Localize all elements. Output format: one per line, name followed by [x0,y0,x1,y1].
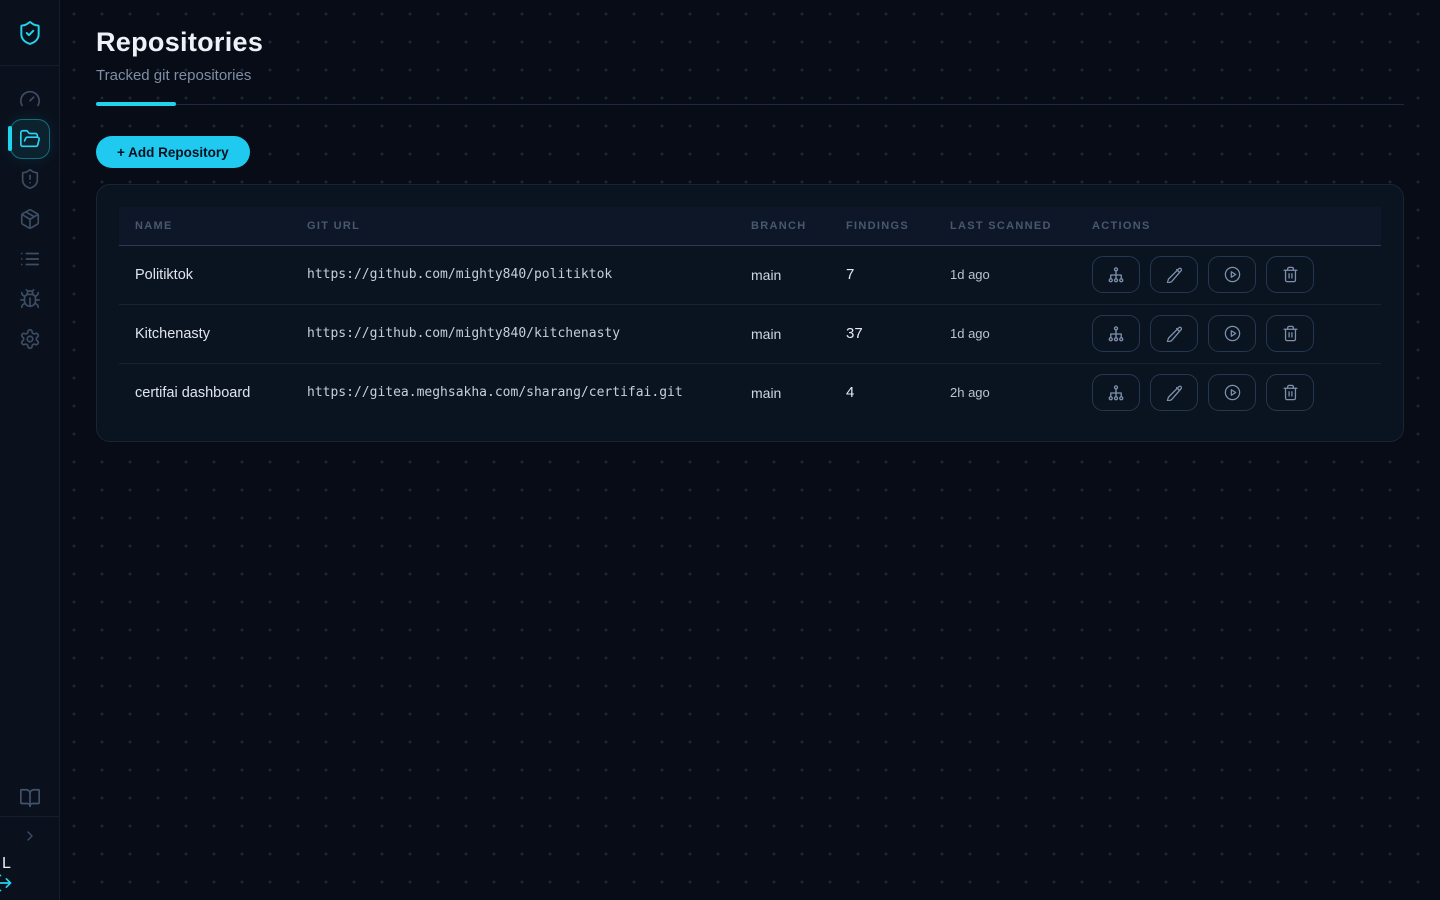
pencil-icon [1166,325,1183,342]
delete-button[interactable] [1266,256,1314,293]
table-row: certifai dashboard https://gitea.meghsak… [119,363,1381,422]
delete-button[interactable] [1266,315,1314,352]
sidebar-item-docs[interactable] [0,781,60,815]
repo-git-url: https://github.com/mighty840/kitchenasty [291,304,735,363]
dependency-graph-button[interactable] [1092,315,1140,352]
page-header: Repositories Tracked git repositories [60,0,1440,84]
column-header-branch: BRANCH [735,207,830,245]
user-label: L [2,855,11,873]
sidebar-divider [0,816,60,817]
table-header-row: NAME GIT URL BRANCH FINDINGS LAST SCANNE… [119,207,1381,245]
column-header-name: NAME [119,207,291,245]
play-circle-icon [1223,383,1242,402]
repo-name: certifai dashboard [119,363,291,422]
sidebar-item-dashboard[interactable] [10,79,50,119]
package-icon [19,208,41,230]
delete-button[interactable] [1266,374,1314,411]
sidebar-item-settings[interactable] [10,319,50,359]
shield-alert-icon [19,168,41,190]
main-content: Repositories Tracked git repositories + … [60,0,1440,900]
logout-button[interactable] [0,873,13,893]
book-open-icon [19,787,41,809]
dependency-graph-button[interactable] [1092,256,1140,293]
repo-name: Kitchenasty [119,304,291,363]
repo-last-scanned: 2h ago [934,363,1076,422]
pencil-icon [1166,384,1183,401]
row-actions [1092,374,1365,411]
trash-icon [1282,384,1299,401]
page-title: Repositories [96,26,1404,58]
repo-findings-count: 4 [830,363,934,422]
shield-check-icon [17,20,43,46]
sidebar-item-packages[interactable] [10,199,50,239]
page-subtitle: Tracked git repositories [96,67,1404,84]
trash-icon [1282,266,1299,283]
repo-last-scanned: 1d ago [934,304,1076,363]
column-header-actions: ACTIONS [1076,207,1381,245]
bug-icon [19,288,41,310]
repo-findings-count: 37 [830,304,934,363]
repositories-table: NAME GIT URL BRANCH FINDINGS LAST SCANNE… [119,207,1381,422]
run-scan-button[interactable] [1208,315,1256,352]
sitemap-icon [1107,266,1125,284]
repositories-card: NAME GIT URL BRANCH FINDINGS LAST SCANNE… [96,184,1404,442]
logout-icon [0,873,13,893]
repo-branch: main [735,304,830,363]
divider-accent [96,102,176,106]
run-scan-button[interactable] [1208,256,1256,293]
gauge-icon [19,88,41,110]
play-circle-icon [1223,265,1242,284]
table-row: Politiktok https://github.com/mighty840/… [119,245,1381,304]
dependency-graph-button[interactable] [1092,374,1140,411]
gear-icon [19,328,41,350]
sidebar-item-findings[interactable] [10,239,50,279]
list-icon [19,248,41,270]
column-header-findings: FINDINGS [830,207,934,245]
sidebar: L [0,0,60,900]
repo-branch: main [735,245,830,304]
edit-button[interactable] [1150,374,1198,411]
sidebar-item-security[interactable] [10,159,50,199]
sitemap-icon [1107,325,1125,343]
column-header-last-scanned: LAST SCANNED [934,207,1076,245]
trash-icon [1282,325,1299,342]
row-actions [1092,256,1365,293]
sitemap-icon [1107,384,1125,402]
sidebar-item-repositories[interactable] [10,119,50,159]
sidebar-expand-button[interactable] [0,825,60,847]
repo-git-url: https://gitea.meghsakha.com/sharang/cert… [291,363,735,422]
repo-last-scanned: 1d ago [934,245,1076,304]
play-circle-icon [1223,324,1242,343]
repo-findings-count: 7 [830,245,934,304]
repo-git-url: https://github.com/mighty840/politiktok [291,245,735,304]
column-header-git-url: GIT URL [291,207,735,245]
repo-branch: main [735,363,830,422]
divider-line [96,104,1404,105]
sidebar-nav [0,79,59,359]
pencil-icon [1166,266,1183,283]
run-scan-button[interactable] [1208,374,1256,411]
table-row: Kitchenasty https://github.com/mighty840… [119,304,1381,363]
chevron-right-icon [22,828,38,844]
edit-button[interactable] [1150,315,1198,352]
repo-name: Politiktok [119,245,291,304]
sidebar-item-bugs[interactable] [10,279,50,319]
edit-button[interactable] [1150,256,1198,293]
row-actions [1092,315,1365,352]
add-repository-button[interactable]: + Add Repository [96,136,250,168]
header-divider [96,102,1404,106]
app-logo [0,0,59,66]
folder-open-icon [19,128,41,150]
